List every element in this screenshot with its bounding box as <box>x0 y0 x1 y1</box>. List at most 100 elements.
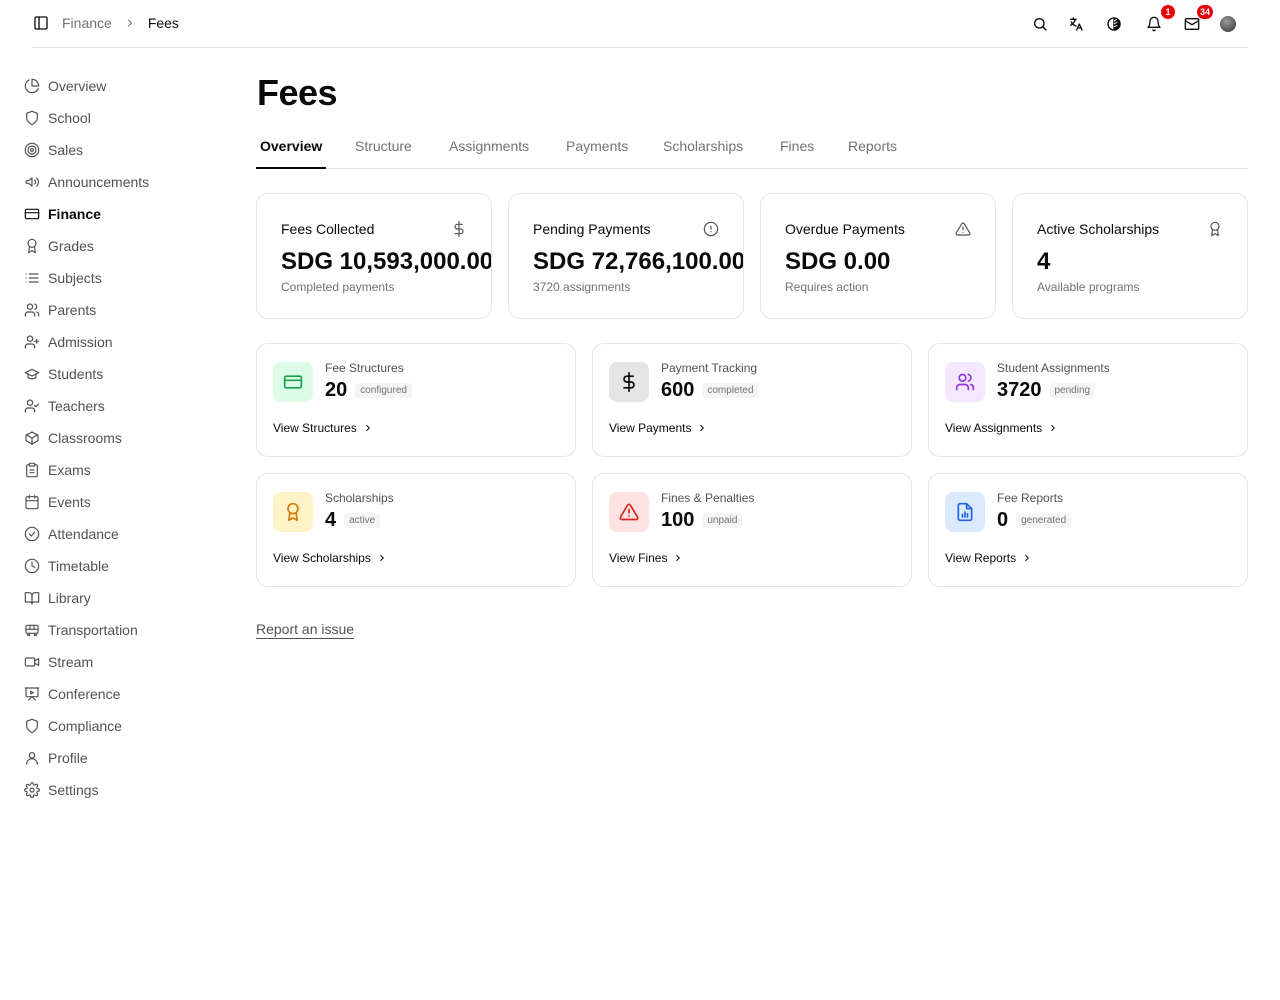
user-icon <box>26 752 38 765</box>
sidebar-item-label: Grades <box>48 238 94 254</box>
notifications-button[interactable]: 1 <box>1142 5 1175 36</box>
sidebar-item-finance[interactable]: Finance <box>24 198 224 230</box>
chevron-right-icon <box>676 554 681 562</box>
sidebar-item-events[interactable]: Events <box>24 486 224 518</box>
theme-toggle-button[interactable] <box>1102 12 1126 36</box>
users-icon <box>955 373 975 391</box>
sidebar-item-timetable[interactable]: Timetable <box>24 550 224 582</box>
feature-count: 3720 <box>997 379 1042 401</box>
feature-stat-row: 0 generated <box>997 509 1072 532</box>
report-issue-link[interactable]: Report an issue <box>256 621 354 637</box>
sidebar-item-label: Parents <box>48 302 97 318</box>
sidebar-item-teachers[interactable]: Teachers <box>24 390 224 422</box>
alert-triangle-icon <box>955 222 971 236</box>
stat-value: SDG 10,593,000.00 <box>281 248 492 275</box>
feature-icon-box <box>945 492 985 532</box>
shield-icon <box>26 110 38 126</box>
clipboard-icon <box>26 462 38 478</box>
sidebar-item-profile[interactable]: Profile <box>24 742 224 774</box>
stat-subtitle: 3720 assignments <box>533 280 631 294</box>
tab-overview[interactable]: Overview <box>256 138 327 169</box>
sidebar-item-attendance[interactable]: Attendance <box>24 518 224 550</box>
feature-view-link[interactable]: View Assignments <box>945 421 1058 435</box>
tab-fines[interactable]: Fines <box>780 138 814 169</box>
feature-title: Student Assignments <box>997 361 1110 375</box>
sidebar-item-announcements[interactable]: Announcements <box>24 166 224 198</box>
sidebar-item-label: Library <box>48 590 91 606</box>
stat-title: Active Scholarships <box>1037 221 1160 237</box>
sidebar-item-transportation[interactable]: Transportation <box>24 614 224 646</box>
sidebar-item-subjects[interactable]: Subjects <box>24 262 224 294</box>
sidebar-item-label: School <box>48 110 91 126</box>
feature-status-badge: configured <box>355 383 412 398</box>
search-button[interactable] <box>1028 12 1052 36</box>
sidebar-item-sales[interactable]: Sales <box>24 134 224 166</box>
feature-view-link[interactable]: View Reports <box>945 551 1032 565</box>
sidebar-item-grades[interactable]: Grades <box>24 230 224 262</box>
dollar-icon <box>623 372 635 392</box>
header-actions: 1 34 <box>1028 5 1248 36</box>
nav-icon-wrap <box>24 238 40 254</box>
nav-icon-wrap <box>24 110 40 126</box>
feature-stat-row: 4 active <box>325 509 381 532</box>
feature-view-link[interactable]: View Structures <box>273 421 373 435</box>
sidebar-item-exams[interactable]: Exams <box>24 454 224 486</box>
sidebar-item-admission[interactable]: Admission <box>24 326 224 358</box>
sidebar-item-school[interactable]: School <box>24 102 224 134</box>
tab-structure[interactable]: Structure <box>355 138 412 169</box>
tab-payments[interactable]: Payments <box>566 138 628 169</box>
sidebar-item-label: Settings <box>48 782 99 798</box>
user-menu-button[interactable] <box>1216 12 1240 36</box>
feature-card: Student Assignments 3720 pending View Assig… <box>928 343 1248 457</box>
feature-icon-box <box>945 362 985 402</box>
tab-reports[interactable]: Reports <box>848 138 897 169</box>
feature-view-link[interactable]: View Payments <box>609 421 707 435</box>
sidebar-item-label: Events <box>48 494 91 510</box>
feature-card: Fee Reports 0 generated View Reports <box>928 473 1248 587</box>
nav-icon-wrap <box>24 334 40 350</box>
stat-icon-wrap <box>1207 221 1223 237</box>
gear-icon <box>24 782 40 798</box>
sidebar-item-label: Admission <box>48 334 113 350</box>
feature-status-badge: unpaid <box>702 513 743 528</box>
sidebar-item-settings[interactable]: Settings <box>24 774 224 806</box>
box-icon <box>25 431 39 446</box>
feature-status-badge: completed <box>702 383 759 398</box>
breadcrumb: Finance Fees <box>62 15 179 31</box>
feature-count: 100 <box>661 509 695 531</box>
sidebar: Overview School Sales Announcements Finance G… <box>24 70 224 806</box>
feature-view-link[interactable]: View Scholarships <box>273 551 387 565</box>
clock-icon <box>24 558 40 574</box>
feature-view-link[interactable]: View Fines <box>609 551 683 565</box>
sidebar-item-compliance[interactable]: Compliance <box>24 710 224 742</box>
language-button[interactable] <box>1064 12 1088 36</box>
sidebar-item-label: Announcements <box>48 174 150 190</box>
feature-icon-box <box>609 362 649 402</box>
sidebar-item-stream[interactable]: Stream <box>24 646 224 678</box>
tab-scholarships[interactable]: Scholarships <box>663 138 743 169</box>
messages-button[interactable]: 34 <box>1180 5 1213 36</box>
nav-icon-wrap <box>24 78 40 94</box>
stat-title: Overdue Payments <box>785 221 905 237</box>
chevron-right-icon <box>1025 554 1029 562</box>
nav-icon-wrap <box>24 750 40 766</box>
alert-triangle-icon <box>619 503 639 521</box>
feature-title: Fee Reports <box>997 491 1064 505</box>
sidebar-item-classrooms[interactable]: Classrooms <box>24 422 224 454</box>
sidebar-item-overview[interactable]: Overview <box>24 70 224 102</box>
nav-icon-wrap <box>24 590 40 606</box>
nav-icon-wrap <box>24 718 40 734</box>
sidebar-item-parents[interactable]: Parents <box>24 294 224 326</box>
sidebar-item-conference[interactable]: Conference <box>24 678 224 710</box>
top-bar: Finance Fees 1 34 <box>32 0 1248 48</box>
calendar-icon <box>25 494 39 510</box>
stat-value: 4 <box>1037 248 1051 275</box>
feature-card: Scholarships 4 active View Scholarships <box>256 473 576 587</box>
breadcrumb-finance[interactable]: Finance <box>62 15 112 31</box>
sidebar-item-students[interactable]: Students <box>24 358 224 390</box>
nav-icon-wrap <box>24 430 40 446</box>
sidebar-item-label: Students <box>48 366 104 382</box>
sidebar-item-library[interactable]: Library <box>24 582 224 614</box>
sidebar-toggle-button[interactable] <box>32 14 50 32</box>
tab-assignments[interactable]: Assignments <box>449 138 529 169</box>
